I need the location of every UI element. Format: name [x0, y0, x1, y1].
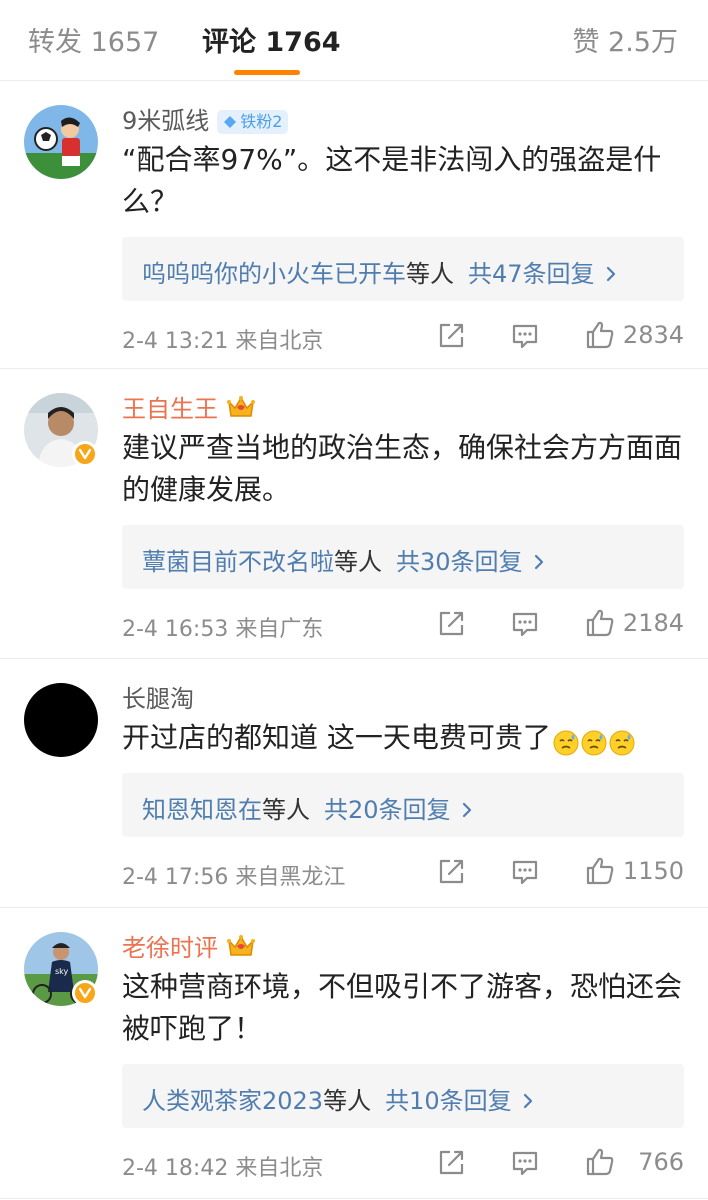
comment-meta: 2-4 13:21 来自北京	[122, 329, 324, 354]
chevron-right-icon	[461, 797, 473, 825]
tab-likes[interactable]: 赞 2.5万	[572, 20, 678, 59]
crown-icon	[226, 933, 256, 965]
comment-meta: 2-4 18:42 来自北京	[122, 1156, 324, 1181]
comment-text: 这种营商环境，不但吸引不了游客，恐怕还会被吓跑了！	[122, 966, 686, 1050]
tab-comments[interactable]: 评论 1764	[202, 20, 341, 59]
reply-count[interactable]: 共47条回复	[468, 260, 595, 288]
share-icon[interactable]	[436, 609, 466, 643]
chevron-right-icon	[605, 261, 617, 289]
like-count[interactable]: 2184	[623, 609, 684, 637]
comment-icon[interactable]	[510, 609, 540, 643]
diamond-icon	[223, 110, 237, 134]
comment-icon[interactable]	[510, 1148, 540, 1182]
replies-line[interactable]: 蕈菌目前不改名啦等人 共30条回复	[142, 542, 545, 577]
like-count[interactable]: 2834	[623, 321, 684, 349]
username-text[interactable]: 老徐时评	[122, 934, 218, 962]
replies-box[interactable]: 蕈菌目前不改名啦等人 共30条回复	[122, 525, 684, 589]
comment-body: 建议严查当地的政治生态，确保社会方方面面的健康发展。	[122, 431, 683, 506]
crown-icon	[226, 394, 256, 426]
replies-box[interactable]: 知恩知恩在等人 共20条回复	[122, 773, 684, 837]
comment-list: 9米弧线 铁粉2 “配合率97%”。这不是非法闯入的强盗是什么？ 呜呜呜你的小火车已开…	[0, 81, 708, 1199]
like-icon[interactable]	[584, 1146, 616, 1182]
comment-item: 9米弧线 铁粉2 “配合率97%”。这不是非法闯入的强盗是什么？ 呜呜呜你的小火车已开…	[0, 81, 708, 369]
reply-suffix: 等人	[334, 548, 382, 576]
fan-badge-label: 铁粉2	[240, 112, 283, 131]
replies-line[interactable]: 知恩知恩在等人 共20条回复	[142, 790, 473, 825]
comment-body: “配合率97%”。这不是非法闯入的强盗是什么？	[122, 143, 662, 218]
reply-user-names[interactable]: 呜呜呜你的小火车已开车	[142, 260, 406, 288]
share-icon[interactable]	[436, 1148, 466, 1182]
like-count[interactable]: 1150	[623, 857, 684, 885]
reply-count[interactable]: 共20条回复	[324, 796, 451, 824]
comment-tabs: 转发 1657 评论 1764 赞 2.5万	[0, 0, 708, 81]
username-text[interactable]: 长腿淘	[122, 685, 194, 713]
sweat-emoji-icon	[581, 726, 607, 756]
replies-box[interactable]: 呜呜呜你的小火车已开车等人 共47条回复	[122, 237, 684, 301]
chevron-right-icon	[533, 549, 545, 577]
like-icon[interactable]	[584, 607, 616, 643]
comment-item: 长腿淘开过店的都知道 这一天电费可贵了知恩知恩在等人 共20条回复 2-4 17:5…	[0, 659, 708, 908]
username[interactable]: 王自生王	[122, 389, 256, 426]
comment-body: 开过店的都知道 这一天电费可贵了	[122, 721, 551, 754]
replies-line[interactable]: 呜呜呜你的小火车已开车等人 共47条回复	[142, 254, 617, 289]
share-icon[interactable]	[436, 321, 466, 355]
comment-icon[interactable]	[510, 857, 540, 891]
verified-icon	[72, 441, 98, 467]
like-count[interactable]: 766	[638, 1148, 684, 1176]
reply-user-names[interactable]: 蕈菌目前不改名啦	[142, 548, 334, 576]
comment-text: 建议严查当地的政治生态，确保社会方方面面的健康发展。	[122, 427, 686, 511]
reply-user-names[interactable]: 知恩知恩在	[142, 796, 262, 824]
tab-repost[interactable]: 转发 1657	[28, 20, 159, 59]
reply-suffix: 等人	[406, 260, 454, 288]
share-icon[interactable]	[436, 857, 466, 891]
reply-suffix: 等人	[323, 1087, 372, 1115]
username[interactable]: 长腿淘	[122, 679, 194, 714]
svg-text:sky: sky	[55, 967, 69, 976]
avatar[interactable]	[24, 683, 98, 757]
username[interactable]: 9米弧线 铁粉2	[122, 101, 289, 136]
like-icon[interactable]	[584, 855, 616, 891]
comment-item: 王自生王建议严查当地的政治生态，确保社会方方面面的健康发展。蕈菌目前不改名啦等人…	[0, 369, 708, 659]
sweat-emoji-icon	[609, 726, 635, 756]
username-text[interactable]: 9米弧线	[122, 107, 209, 135]
replies-box[interactable]: 人类观茶家2023等人 共10条回复	[122, 1064, 684, 1128]
comment-meta: 2-4 17:56 来自黑龙江	[122, 865, 346, 890]
comment-body: 这种营商环境，不但吸引不了游客，恐怕还会被吓跑了！	[122, 970, 683, 1045]
fan-badge[interactable]: 铁粉2	[217, 110, 289, 134]
reply-user-names[interactable]: 人类观茶家2023	[142, 1087, 323, 1115]
replies-line[interactable]: 人类观茶家2023等人 共10条回复	[142, 1081, 534, 1116]
username[interactable]: 老徐时评	[122, 928, 256, 965]
username-text[interactable]: 王自生王	[122, 395, 218, 423]
comment-meta: 2-4 16:53 来自广东	[122, 617, 324, 642]
reply-count[interactable]: 共10条回复	[385, 1087, 512, 1115]
comment-text: “配合率97%”。这不是非法闯入的强盗是什么？	[122, 139, 686, 223]
reply-suffix: 等人	[262, 796, 310, 824]
comment-item: sky 老徐时评这种营商环境，不但吸引不了游客，恐怕还会被吓跑了！ 人类观茶家202…	[0, 908, 708, 1199]
active-tab-indicator	[234, 70, 300, 75]
like-icon[interactable]	[584, 319, 616, 355]
avatar[interactable]	[24, 105, 98, 179]
verified-icon	[72, 980, 98, 1006]
comment-text: 开过店的都知道 这一天电费可贵了	[122, 717, 686, 759]
sweat-emoji-icon	[553, 726, 579, 756]
chevron-right-icon	[522, 1088, 534, 1116]
comment-icon[interactable]	[510, 321, 540, 355]
reply-count[interactable]: 共30条回复	[396, 548, 523, 576]
